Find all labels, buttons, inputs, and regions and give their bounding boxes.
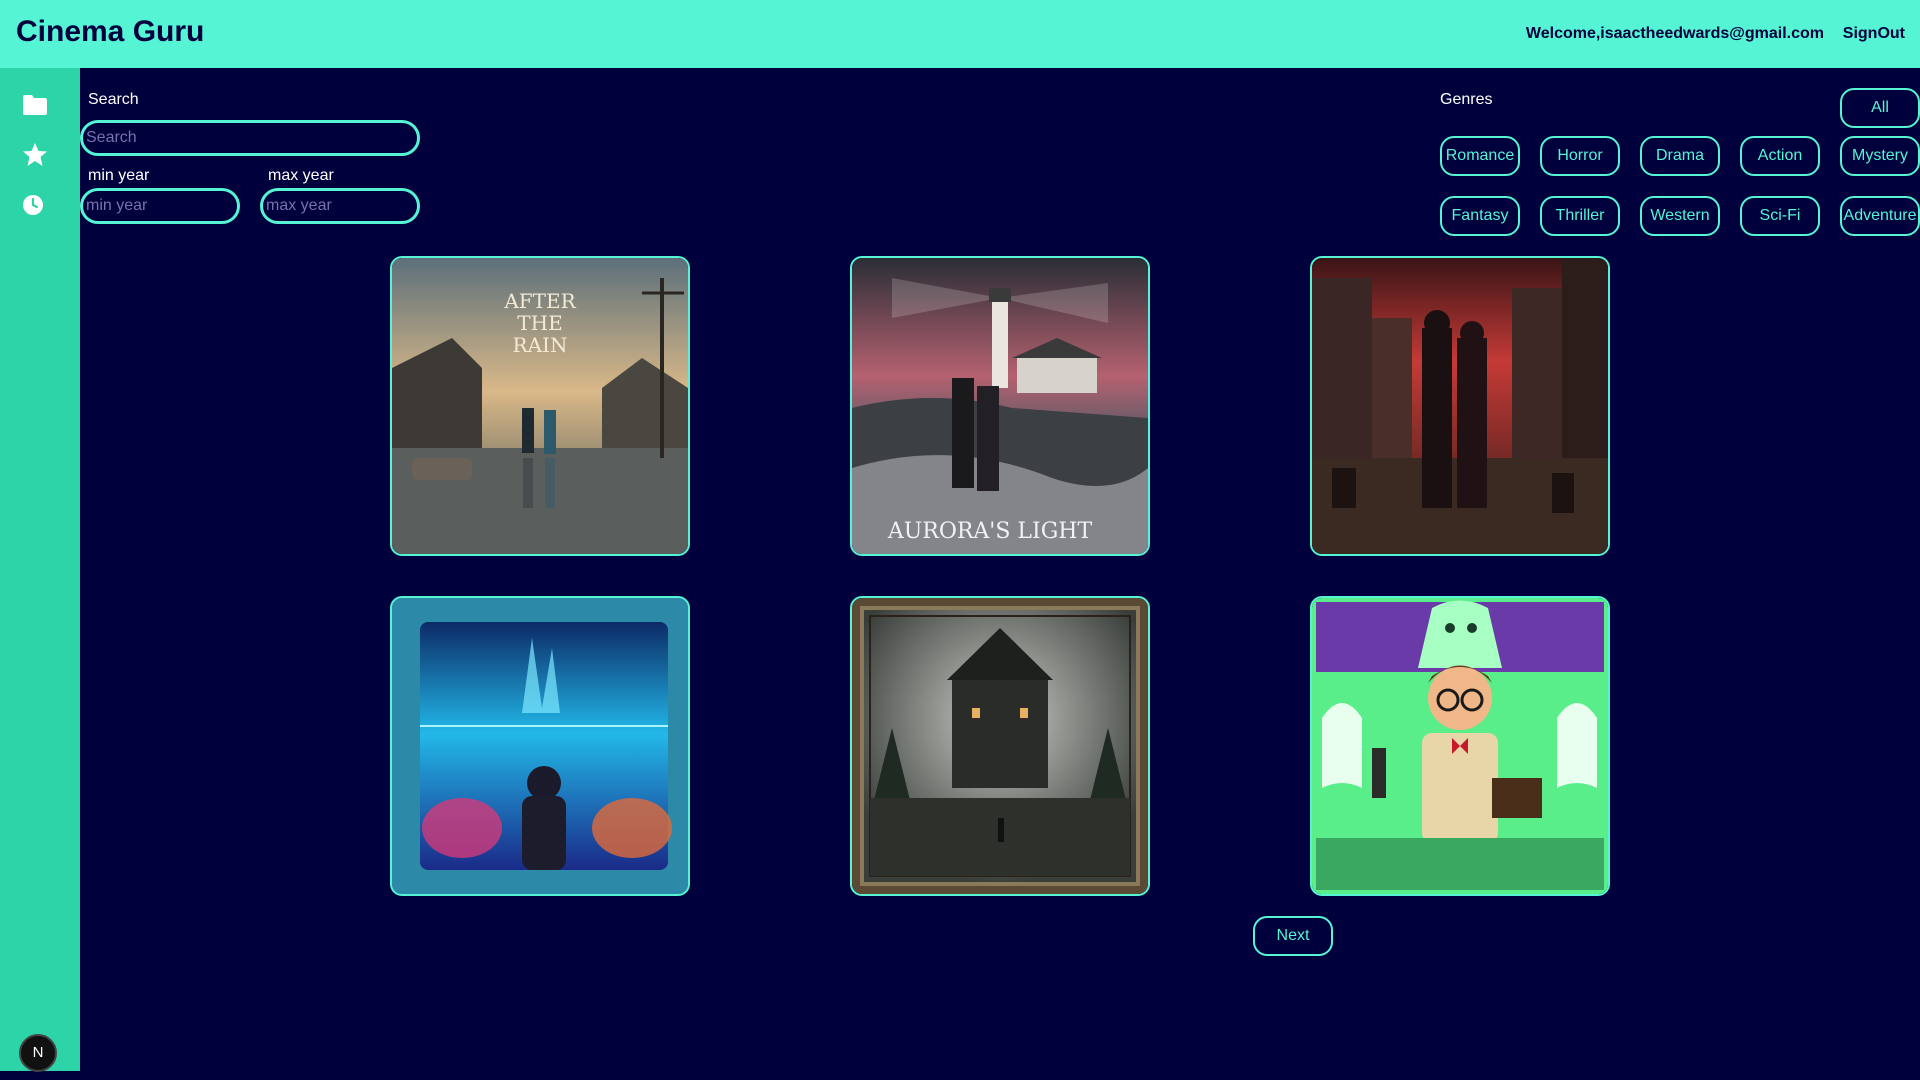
movie-poster: [1312, 598, 1608, 894]
genre-action-button[interactable]: Action: [1740, 136, 1820, 176]
folder-icon[interactable]: [22, 92, 48, 118]
movie-card[interactable]: [1310, 256, 1610, 556]
genre-horror-button[interactable]: Horror: [1540, 136, 1620, 176]
movie-poster: AFTER THE RAIN: [392, 258, 688, 554]
poster-title: RAIN: [513, 333, 568, 357]
movie-poster: [1312, 258, 1608, 554]
movie-poster: [852, 598, 1148, 894]
genre-adventure-button[interactable]: Adventure: [1840, 196, 1920, 236]
top-bar: Cinema Guru Welcome,isaactheedwards@gmai…: [0, 0, 1920, 68]
movie-card[interactable]: [850, 596, 1150, 896]
app-title: Cinema Guru: [16, 15, 205, 48]
genres-label: Genres: [1440, 91, 1493, 108]
movie-poster: AURORA'S LIGHT: [852, 258, 1148, 554]
dev-badge[interactable]: N: [19, 1034, 57, 1072]
min-year-input[interactable]: [80, 188, 240, 224]
next-page-button[interactable]: Next: [1253, 916, 1333, 956]
genre-drama-button[interactable]: Drama: [1640, 136, 1720, 176]
genre-scifi-button[interactable]: Sci-Fi: [1740, 196, 1820, 236]
genre-all-button[interactable]: All: [1840, 88, 1920, 128]
movie-card[interactable]: AFTER THE RAIN: [390, 256, 690, 556]
clock-icon[interactable]: [22, 193, 48, 219]
genre-romance-button[interactable]: Romance: [1440, 136, 1520, 176]
signout-button[interactable]: SignOut: [1843, 25, 1905, 43]
genre-mystery-button[interactable]: Mystery: [1840, 136, 1920, 176]
min-year-label: min year: [88, 167, 150, 184]
search-input[interactable]: [80, 120, 420, 156]
genre-western-button[interactable]: Western: [1640, 196, 1720, 236]
star-icon[interactable]: [22, 142, 48, 168]
genre-thriller-button[interactable]: Thriller: [1540, 196, 1620, 236]
poster-title: AFTER: [503, 289, 576, 313]
movie-card[interactable]: [1310, 596, 1610, 896]
welcome-text: Welcome,isaactheedwards@gmail.com: [1525, 25, 1824, 42]
search-label: Search: [88, 91, 139, 108]
movie-poster: [392, 598, 688, 894]
max-year-input[interactable]: [260, 188, 420, 224]
max-year-label: max year: [268, 167, 334, 184]
poster-title: THE: [517, 311, 562, 335]
genre-fantasy-button[interactable]: Fantasy: [1440, 196, 1520, 236]
movie-card[interactable]: [390, 596, 690, 896]
sidebar: [0, 68, 80, 1071]
poster-title: AURORA'S LIGHT: [887, 519, 1093, 544]
movie-card[interactable]: AURORA'S LIGHT: [850, 256, 1150, 556]
